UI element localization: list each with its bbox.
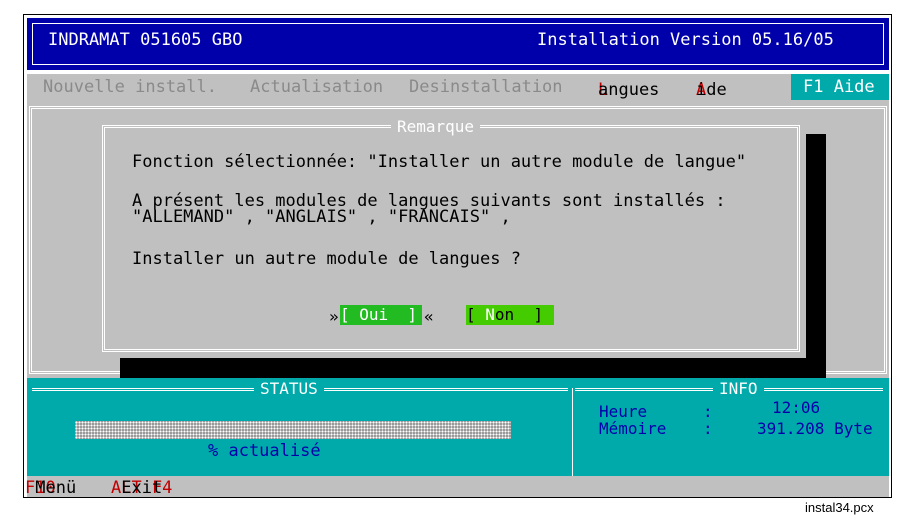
- progress-label: % actualisé: [208, 441, 321, 461]
- menu-item-nouvelle-install[interactable]: Nouvelle install.: [43, 77, 217, 97]
- figure-caption: instal34.pcx: [805, 500, 874, 515]
- alt-f4-exit-shortcut[interactable]: ALT F4 Exit: [111, 477, 172, 498]
- status-panel: STATUS INFO % actualisé Heure : 12:06 Mé…: [27, 378, 889, 476]
- app-id: INDRAMAT 051605 GBO: [48, 30, 243, 50]
- oui-button[interactable]: [ Oui ]: [340, 305, 422, 325]
- memory-label: Mémoire: [599, 419, 667, 438]
- info-title: INFO: [713, 379, 764, 398]
- memory-value: 391.208 Byte: [757, 419, 873, 438]
- version-text: Installation Version 05.16/05: [537, 30, 834, 50]
- menu-item-actualisation[interactable]: Actualisation: [250, 77, 383, 97]
- installed-modules-list: "ALLEMAND" , "ANGLAIS" , "FRANCAIS" ,: [132, 207, 511, 227]
- status-title: STATUS: [254, 379, 324, 398]
- remarque-dialog: Remarque Fonction sélectionnée: "Install…: [96, 117, 806, 358]
- menu-item-desinstallation[interactable]: Desinstallation: [409, 77, 563, 97]
- menu-bar: Nouvelle install. Actualisation Desinsta…: [27, 74, 889, 100]
- focus-marker-left: »: [329, 307, 339, 326]
- menu-label: ide: [696, 80, 727, 100]
- focus-marker-right: «: [424, 307, 434, 326]
- time-value: 12:06: [772, 398, 821, 417]
- memory-separator: :: [703, 419, 713, 438]
- bottom-bar: F10 Menü ALT F4 Exit: [25, 476, 889, 498]
- function-selected-text: Fonction sélectionnée: "Installer un aut…: [132, 152, 747, 172]
- dialog-shadow-bottom: [120, 358, 826, 378]
- dialog-shadow-right: [806, 134, 826, 374]
- panel-separator: [572, 388, 573, 476]
- non-bracket: [: [466, 305, 486, 324]
- menu-label: angues: [598, 80, 660, 100]
- title-bar: INDRAMAT 051605 GBO Installation Version…: [27, 18, 889, 70]
- alt-f4-label: Exit: [121, 478, 163, 498]
- non-hotkey: N: [485, 305, 495, 324]
- non-label: on ]: [494, 305, 544, 324]
- page: { "titlebar": {"left": "INDRAMAT 051605 …: [0, 0, 905, 517]
- f1-help-button[interactable]: F1 Aide: [791, 74, 889, 100]
- f1-help-label: F1 Aide: [803, 77, 875, 97]
- question-text: Installer un autre module de langues ?: [132, 249, 521, 269]
- non-button[interactable]: [ Non ]: [466, 305, 554, 325]
- progress-bar: [75, 421, 511, 439]
- dialog-title: Remarque: [391, 117, 481, 136]
- f10-label: Menü: [35, 478, 77, 498]
- f10-menu-shortcut[interactable]: F10 Menü: [25, 477, 76, 498]
